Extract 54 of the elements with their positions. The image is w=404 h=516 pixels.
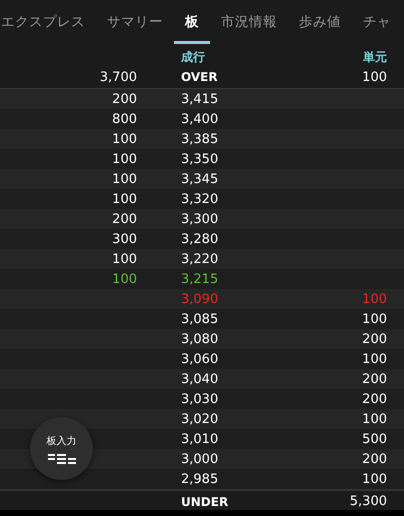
table-cell: 3,385 xyxy=(181,132,218,146)
table-cell: 100 xyxy=(112,132,137,146)
table-cell: 3,280 xyxy=(181,232,218,246)
table-cell: 100 xyxy=(362,352,387,366)
tab[interactable]: 市況情報 xyxy=(210,0,288,44)
table-cell: 3,085 xyxy=(181,312,218,326)
table-cell: 800 xyxy=(112,112,137,126)
tab[interactable]: エクスプレス xyxy=(0,0,96,44)
table-cell: 100 xyxy=(112,192,137,206)
table-cell: 3,400 xyxy=(181,112,218,126)
table-cell: 100 xyxy=(112,252,137,266)
column-header: 成行 xyxy=(181,49,206,66)
table-cell: 2,985 xyxy=(181,472,218,486)
table-cell: 300 xyxy=(112,232,137,246)
table-cell: 200 xyxy=(362,392,387,406)
table-cell-text: 3,700 xyxy=(98,70,137,84)
table-cell: 100 xyxy=(112,172,137,186)
table-cell: 200 xyxy=(362,372,387,386)
table-cell: 3,020 xyxy=(181,412,218,426)
table-cell: 200 xyxy=(112,92,137,106)
tab[interactable]: 歩み値 xyxy=(288,0,352,44)
table-cell: 3,320 xyxy=(181,192,218,206)
table-cell-text: OVER xyxy=(181,70,219,84)
table-cell: 3,080 xyxy=(181,332,218,346)
table-cell: 3,415 xyxy=(181,92,218,106)
table-cell: 3,220 xyxy=(181,252,218,266)
table-cell: 3,000 xyxy=(181,452,218,466)
table-cell: 3,060 xyxy=(181,352,218,366)
column-header: 単元 xyxy=(362,49,388,66)
table-cell: 200 xyxy=(362,452,387,466)
tab[interactable]: チャ xyxy=(352,0,402,44)
table-cell: 3,030 xyxy=(181,392,218,406)
lines-icon xyxy=(48,454,76,464)
table-cell: 3,345 xyxy=(181,172,218,186)
table-cell: 200 xyxy=(362,332,387,346)
table-cell-text: 5,300 xyxy=(348,494,388,509)
table-cell: 100 xyxy=(362,292,387,306)
table-cell: 100 xyxy=(362,312,387,326)
table-cell: 3,215 xyxy=(181,272,218,286)
table-cell-text: 100 xyxy=(361,70,388,84)
tab[interactable]: サマリー xyxy=(96,0,174,44)
table-cell: 3,090 xyxy=(181,292,218,306)
table-cell: 500 xyxy=(362,432,387,446)
table-cell: 3,350 xyxy=(181,152,218,166)
table-cell: 3,010 xyxy=(181,432,218,446)
table-cell: 100 xyxy=(362,412,387,426)
table-cell-text: UNDER xyxy=(181,494,230,508)
table-cell: 100 xyxy=(362,472,387,486)
tab[interactable]: 板 xyxy=(174,0,210,44)
table-cell: 100 xyxy=(112,272,137,286)
table-cell: 200 xyxy=(112,212,137,226)
table-cell: 3,040 xyxy=(181,372,218,386)
table-cell: 3,300 xyxy=(181,212,218,226)
table-cell: 100 xyxy=(112,152,137,166)
